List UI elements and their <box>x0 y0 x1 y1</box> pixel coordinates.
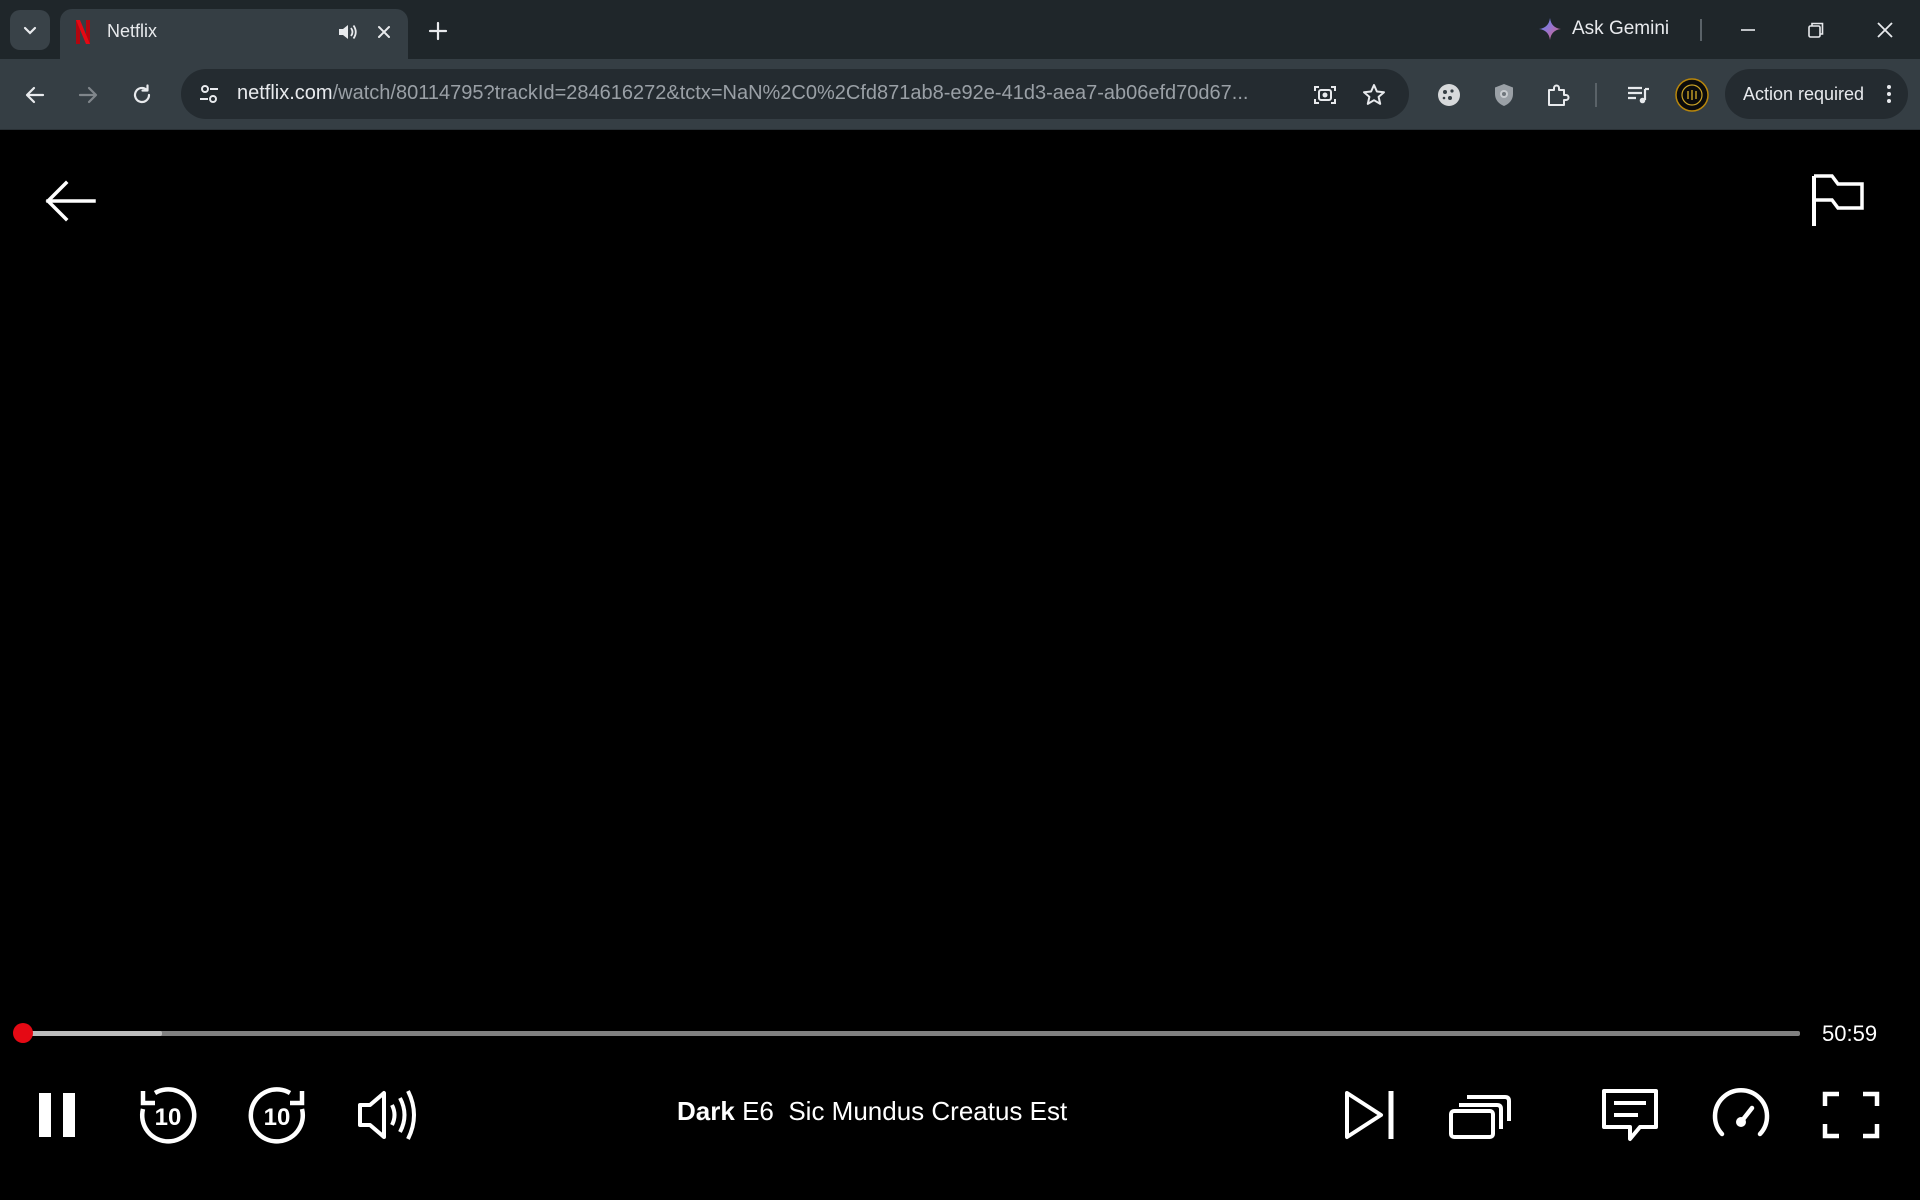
forward-arrow-icon <box>78 86 98 104</box>
profile-avatar-button[interactable] <box>1672 75 1712 115</box>
close-tab-icon[interactable] <box>372 20 396 44</box>
action-required-button[interactable]: Action required <box>1725 69 1908 119</box>
fullscreen-button[interactable] <box>1818 1082 1884 1148</box>
new-tab-plus-icon[interactable] <box>424 17 452 45</box>
extension-shield[interactable] <box>1484 75 1524 115</box>
video-player[interactable]: 50:59 10 10 Dark E6 Sic Mundus Creatus E… <box>0 130 1920 1200</box>
close-window-icon <box>1877 22 1893 38</box>
cookie-extension-icon <box>1438 84 1460 106</box>
site-info-button[interactable] <box>193 78 225 110</box>
profile-avatar-icon <box>1675 78 1709 112</box>
rewind-10-icon: 10 <box>140 1087 197 1144</box>
time-remaining: 50:59 <box>1822 1021 1878 1046</box>
bookmark-button[interactable] <box>1360 81 1388 109</box>
browser-tab-strip: Netflix Ask Gemini <box>0 0 1920 59</box>
subtitles-button[interactable] <box>1597 1082 1663 1148</box>
tab-title: Netflix <box>107 21 158 41</box>
action-required-label: Action required <box>1743 84 1865 104</box>
forward-10-text: 10 <box>264 1104 291 1131</box>
volume-icon <box>358 1090 416 1140</box>
queue-music-icon <box>1628 86 1649 104</box>
next-episode-button[interactable] <box>1336 1082 1402 1148</box>
url-host: netflix.com <box>237 82 333 104</box>
media-controls-button[interactable] <box>1618 75 1658 115</box>
restore-window-icon <box>1808 22 1824 38</box>
url-text[interactable]: netflix.com/watch/80114795?trackId=28461… <box>237 82 1297 105</box>
google-lens-button[interactable] <box>1311 81 1339 109</box>
subtitles-icon <box>1602 1089 1658 1141</box>
ask-gemini-button[interactable]: Ask Gemini <box>1530 9 1676 49</box>
next-episode-icon <box>1345 1091 1394 1139</box>
browser-tab-netflix[interactable]: Netflix <box>60 9 408 59</box>
playback-speed-icon <box>1712 1088 1770 1137</box>
progress-buffered <box>18 1031 163 1036</box>
reload-button[interactable] <box>122 75 162 115</box>
tune-settings-icon <box>200 85 218 103</box>
back-to-browse-icon[interactable] <box>40 175 100 227</box>
minimize-button[interactable] <box>1718 10 1778 50</box>
address-bar[interactable]: netflix.com/watch/80114795?trackId=28461… <box>181 69 1409 119</box>
progress-scrubber[interactable] <box>13 1023 34 1043</box>
extensions-menu-button[interactable] <box>1538 75 1578 115</box>
toolbar-divider-2 <box>1595 83 1597 107</box>
forward-10-icon: 10 <box>248 1087 305 1144</box>
rewind-10-text: 10 <box>155 1104 182 1131</box>
progress-bar[interactable] <box>13 1023 1800 1043</box>
show-name: Dark <box>677 1096 735 1126</box>
forward-button[interactable] <box>68 75 108 115</box>
forward-10-button[interactable]: 10 <box>245 1082 311 1148</box>
volume-button[interactable] <box>355 1082 421 1148</box>
puzzle-piece-icon <box>1548 84 1570 106</box>
playback-speed-button[interactable] <box>1708 1082 1774 1148</box>
back-button[interactable] <box>15 75 55 115</box>
more-vert-icon[interactable] <box>1879 82 1899 106</box>
ask-gemini-label: Ask Gemini <box>1572 18 1670 39</box>
progress-track <box>18 1031 1800 1036</box>
minimize-icon <box>1741 29 1755 31</box>
back-arrow-icon <box>25 86 45 104</box>
rewind-10-button[interactable]: 10 <box>134 1082 200 1148</box>
pause-icon <box>39 1093 75 1137</box>
episode-name: Sic Mundus Creatus Est <box>788 1096 1068 1126</box>
reload-icon <box>133 84 151 104</box>
url-path: /watch/80114795?trackId=284616272&tctx=N… <box>332 82 1249 104</box>
restore-button[interactable] <box>1786 10 1846 50</box>
tab-audio-playing-icon[interactable] <box>334 19 360 45</box>
close-window-button[interactable] <box>1855 10 1915 50</box>
chevron-down-icon <box>23 26 37 35</box>
episodes-icon <box>1449 1095 1511 1139</box>
browser-toolbar: netflix.com/watch/80114795?trackId=28461… <box>0 59 1920 130</box>
pause-button[interactable] <box>24 1082 90 1148</box>
episodes-button[interactable] <box>1446 1082 1512 1148</box>
episode-title: Dark E6 Sic Mundus Creatus Est <box>677 1096 1067 1127</box>
shield-extension-icon <box>1495 84 1513 106</box>
report-flag-icon[interactable] <box>1808 170 1868 230</box>
extension-cookie[interactable] <box>1429 75 1469 115</box>
toolbar-divider <box>1700 19 1702 41</box>
gemini-sparkle-icon <box>1539 18 1561 40</box>
fullscreen-icon <box>1822 1091 1880 1139</box>
tab-search-button[interactable] <box>10 10 50 50</box>
episode-number: E6 <box>742 1096 774 1126</box>
netflix-logo-icon <box>76 20 90 44</box>
star-icon <box>1363 84 1385 105</box>
lens-camera-icon <box>1314 86 1336 104</box>
